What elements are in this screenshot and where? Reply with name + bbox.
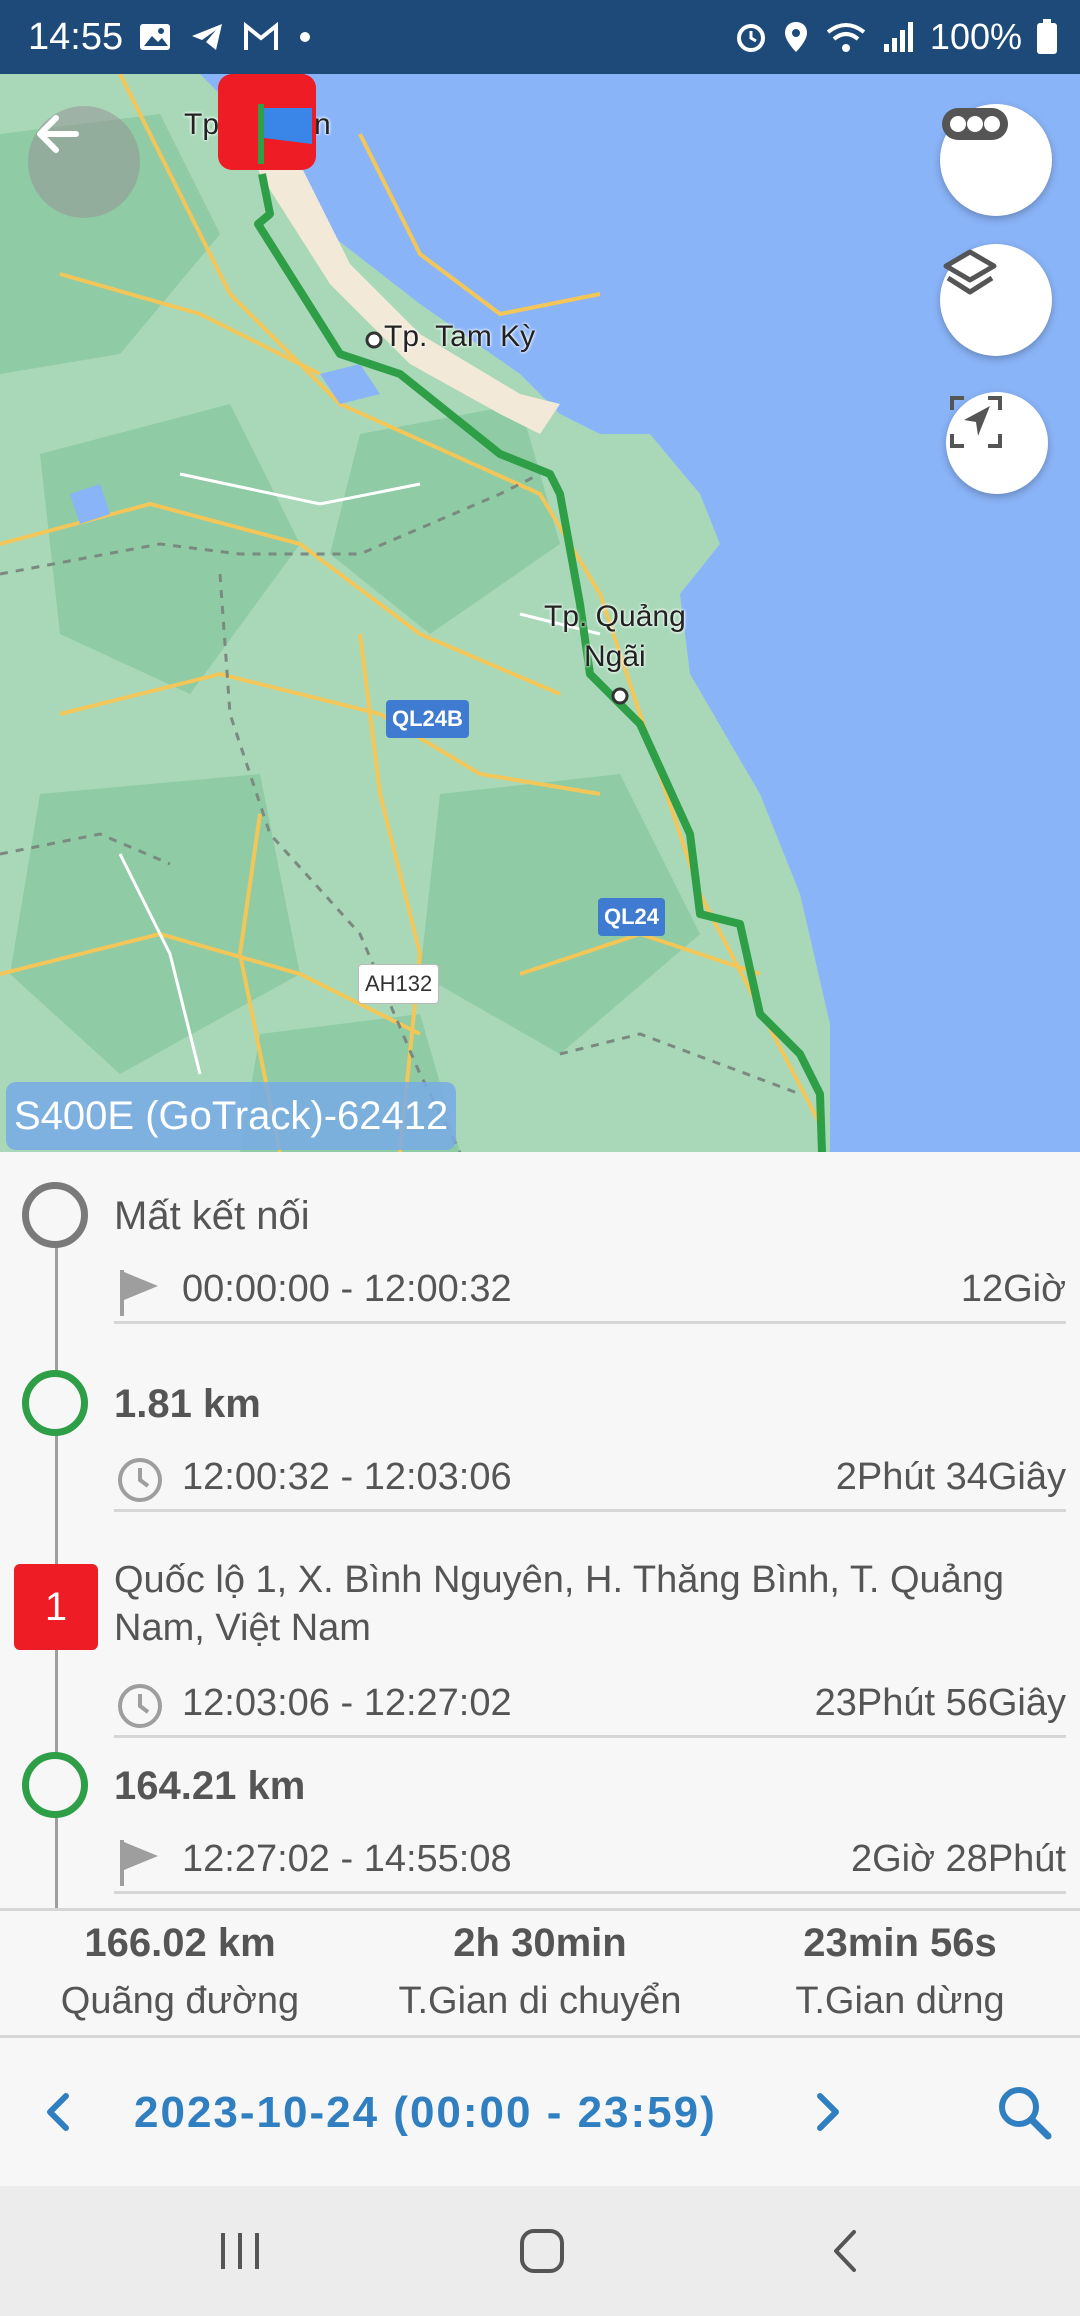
route-map[interactable]: Tp. Tam Kỳ Tp. Quảng Ngãi Tp n QL24B QL2…: [0, 74, 1080, 1152]
home-button[interactable]: [502, 2216, 582, 2286]
chevron-right-icon: [817, 2093, 839, 2131]
entry-time-range: 12:27:02 - 14:55:08: [182, 1838, 512, 1880]
system-nav-bar: [0, 2186, 1080, 2316]
location-icon: [784, 22, 807, 52]
entry-distance: 1.81 km: [114, 1382, 261, 1426]
date-selector: 2023-10-24 (00:00 - 23:59): [0, 2038, 1080, 2186]
status-ring-green: [22, 1370, 88, 1436]
status-time: 14:55: [28, 16, 124, 58]
flag-icon: [120, 1840, 158, 1886]
recent-apps-button[interactable]: [200, 2216, 280, 2286]
traffic-button[interactable]: [940, 104, 1052, 216]
stop-number-badge: 1: [14, 1564, 98, 1650]
city-label-quang-ngai-2: Ngãi: [584, 640, 646, 673]
locate-button[interactable]: [946, 392, 1048, 494]
flag-icon: [120, 1270, 158, 1316]
entry-time-row: 12:00:32 - 12:03:06 2Phút 34Giây: [114, 1442, 1066, 1512]
trip-summary: 166.02 km Quãng đường 2h 30min T.Gian di…: [0, 1908, 1080, 2038]
device-label: S400E (GoTrack)-62412: [6, 1082, 457, 1150]
summary-stopped-value: 23min 56s: [803, 1921, 997, 1965]
search-icon: [999, 2087, 1052, 2140]
previous-day-button[interactable]: [36, 2082, 80, 2142]
summary-distance: 166.02 km Quãng đường: [0, 1911, 360, 2023]
city-label-quang-ngai-1: Tp. Quảng: [544, 600, 686, 633]
gmail-icon: [244, 22, 278, 50]
entry-time-range: 12:00:32 - 12:03:06: [182, 1456, 512, 1498]
entry-time-range: 12:03:06 - 12:27:02: [182, 1682, 512, 1724]
layers-icon: [943, 249, 997, 295]
alarm-icon: [736, 24, 765, 52]
entry-time-row: 12:27:02 - 14:55:08 2Giờ 28Phút: [114, 1824, 1066, 1894]
home-icon: [520, 2229, 564, 2273]
back-nav-button[interactable]: [806, 2216, 886, 2286]
summary-distance-label: Quãng đường: [60, 1980, 300, 2022]
back-button[interactable]: [28, 106, 140, 218]
clock-icon: [118, 1458, 162, 1502]
date-range-label[interactable]: 2023-10-24 (00:00 - 23:59): [134, 2088, 717, 2138]
entry-distance: 164.21 km: [114, 1764, 306, 1808]
battery-percent: 100%: [929, 16, 1022, 57]
flag-marker-icon: [258, 104, 312, 164]
notification-icons: [138, 22, 312, 52]
map-layers-button[interactable]: [940, 244, 1052, 356]
road-badge-ql24: QL24: [598, 898, 666, 936]
status-ring-gray: [22, 1182, 88, 1248]
summary-stopped: 23min 56s T.Gian dừng: [720, 1911, 1080, 2023]
clock-icon: [118, 1684, 162, 1728]
back-chevron-icon: [834, 2230, 856, 2272]
entry-time-range: 00:00:00 - 12:00:32: [182, 1268, 512, 1310]
wifi-icon: [826, 23, 866, 52]
search-button[interactable]: [994, 2082, 1054, 2142]
summary-moving: 2h 30min T.Gian di chuyển: [360, 1911, 720, 2023]
city-label-top-a: Tp: [184, 108, 220, 141]
navigation-arrow-icon: [950, 396, 1002, 448]
summary-moving-label: T.Gian di chuyển: [398, 1980, 682, 2022]
road-badge-ql24b: QL24B: [386, 700, 469, 738]
stop-address: Quốc lộ 1, X. Bình Nguyên, H. Thăng Bình…: [114, 1559, 1005, 1649]
chevron-left-icon: [47, 2093, 69, 2131]
traffic-light-icon: [942, 108, 1008, 140]
arrow-left-icon: [37, 115, 79, 153]
map-canvas[interactable]: [0, 74, 1080, 1152]
city-label-tam-ky: Tp. Tam Kỳ: [384, 320, 536, 353]
next-day-button[interactable]: [806, 2082, 850, 2142]
entry-duration: 12Giờ: [960, 1268, 1066, 1310]
entry-duration: 2Giờ 28Phút: [850, 1838, 1066, 1880]
entry-title: Mất kết nối: [114, 1194, 310, 1238]
entry-time-row: 00:00:00 - 12:00:32 12Giờ: [114, 1254, 1066, 1324]
summary-distance-value: 166.02 km: [84, 1921, 276, 1965]
status-bar: 14:55 100%: [0, 0, 1080, 74]
system-icons: 100%: [734, 16, 1058, 58]
gallery-icon: [140, 24, 170, 50]
entry-time-row: 12:03:06 - 12:27:02 23Phút 56Giây: [114, 1668, 1066, 1738]
telegram-icon: [192, 24, 222, 50]
summary-stopped-label: T.Gian dừng: [795, 1980, 1005, 2022]
dot-icon: [300, 32, 310, 42]
city-label-top-b: n: [314, 108, 331, 141]
battery-icon: [1037, 19, 1057, 54]
start-marker[interactable]: [218, 74, 316, 170]
signal-icon: [883, 22, 913, 52]
road-badge-ah132: AH132: [358, 964, 440, 1004]
trip-timeline[interactable]: Mất kết nối 00:00:00 - 12:00:32 12Giờ 1.…: [0, 1152, 1080, 1908]
status-ring-green: [22, 1752, 88, 1818]
entry-duration: 23Phút 56Giây: [814, 1682, 1066, 1724]
entry-duration: 2Phút 34Giây: [835, 1456, 1066, 1498]
summary-moving-value: 2h 30min: [453, 1921, 627, 1965]
recent-apps-icon: [221, 2233, 259, 2269]
